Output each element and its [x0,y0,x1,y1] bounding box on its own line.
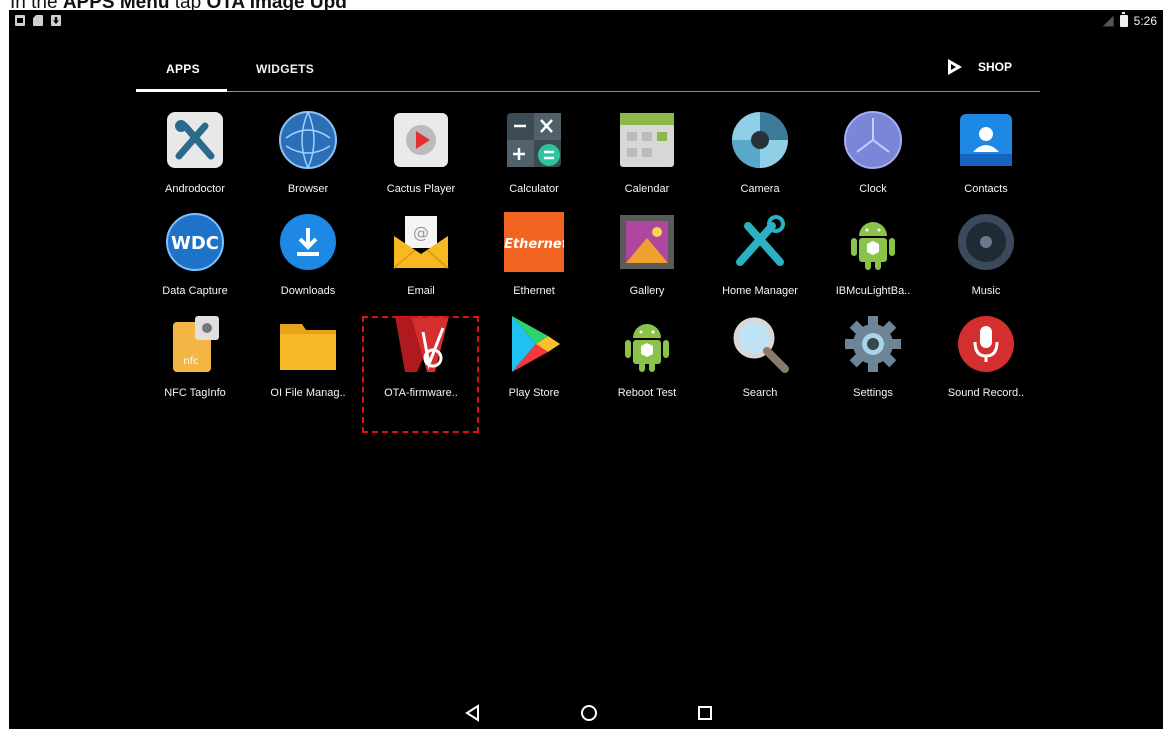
app-label: Camera [740,183,780,195]
cactus-player-icon [394,113,448,167]
picture-icon [15,15,25,26]
app-label: Calculator [509,183,559,195]
svg-text:WDC: WDC [171,233,219,254]
app-browser[interactable]: Browser [252,110,364,202]
sd-card-icon [33,15,43,26]
shop-label: SHOP [977,60,1012,74]
data-capture-icon: WDC [166,213,224,271]
app-label: Cactus Player [386,183,456,195]
clock-icon [844,111,902,169]
app-calculator[interactable]: Calculator [478,110,590,202]
app-label: Androdoctor [165,183,225,195]
app-label: Clock [859,183,887,195]
app-label: Email [407,285,435,297]
app-oi-file-manager[interactable]: OI File Manag.. [252,314,364,406]
app-label: Home Manager [722,285,798,297]
android-robot-icon [625,324,669,372]
app-label: Reboot Test [617,387,677,399]
browser-icon [279,111,337,169]
contacts-icon [960,114,1012,166]
nfc-taginfo-icon: nfc [173,316,219,372]
app-label: Ethernet [513,285,555,297]
navigation-bar [9,695,1163,729]
status-bar: 5:26 [9,10,1163,34]
app-label: Music [971,285,1001,297]
settings-icon [845,316,901,372]
app-settings[interactable]: Settings [817,314,929,406]
android-screen: 5:26 APPS WIDGETS SHOP Androdoctor Brows… [9,10,1163,729]
app-label: Browser [287,183,329,195]
clock-time: 5:26 [1133,14,1157,28]
svg-text:@: @ [413,223,429,242]
app-sound-recorder[interactable]: Sound Record.. [930,314,1042,406]
camera-icon [732,112,788,168]
app-label: IBMcuLightBa.. [835,285,911,297]
app-label: Play Store [508,387,560,399]
downloads-icon [280,214,336,270]
app-label: Sound Record.. [947,387,1025,399]
ethernet-icon: Ethernet [504,212,564,272]
app-label: Downloads [280,285,336,297]
gallery-icon [620,215,674,269]
app-label: Calendar [624,183,670,195]
back-icon[interactable] [461,701,485,725]
folder-icon [280,324,336,370]
svg-text:Ethernet: Ethernet [504,237,564,252]
app-music[interactable]: Music [930,212,1042,304]
android-robot-icon [851,222,895,270]
play-shop-icon [947,59,962,75]
shop-button[interactable]: SHOP [946,58,1012,76]
download-icon [51,15,61,26]
app-search[interactable]: Search [704,314,816,406]
app-label: Data Capture [162,285,228,297]
microphone-icon [958,316,1014,372]
home-manager-icon [736,215,785,266]
app-clock[interactable]: Clock [817,110,929,202]
tab-apps[interactable]: APPS [166,62,200,76]
app-camera[interactable]: Camera [704,110,816,202]
active-tab-indicator [136,89,227,92]
app-ibmculightba[interactable]: IBMcuLightBa.. [817,212,929,304]
search-icon [733,317,789,373]
play-store-icon [512,316,560,372]
app-contacts[interactable]: Contacts [930,110,1042,202]
androdoctor-icon [167,112,223,168]
app-email[interactable]: @ Email [365,212,477,304]
app-data-capture[interactable]: WDC Data Capture [139,212,251,304]
music-icon [958,214,1014,270]
highlight-box-ota-firmware [362,316,479,433]
calculator-icon [507,113,561,167]
app-label: Settings [853,387,893,399]
app-calendar[interactable]: Calendar [591,110,703,202]
app-androdoctor[interactable]: Androdoctor [139,110,251,202]
tab-divider [136,91,1040,92]
app-drawer-tabs: APPS WIDGETS SHOP [136,54,1040,96]
app-label: Search [742,387,778,399]
app-play-store[interactable]: Play Store [478,314,590,406]
calendar-icon [620,113,674,167]
tab-widgets[interactable]: WIDGETS [256,62,314,76]
app-downloads[interactable]: Downloads [252,212,364,304]
home-icon[interactable] [577,701,601,725]
app-label: Gallery [629,285,665,297]
app-label: OI File Manag.. [270,387,346,399]
svg-text:nfc: nfc [183,356,198,367]
signal-icon [1102,15,1114,27]
recents-icon[interactable] [693,701,717,725]
email-icon: @ [393,216,449,269]
app-reboot-test[interactable]: Reboot Test [591,314,703,406]
battery-icon [1119,12,1128,27]
app-label: Contacts [964,183,1008,195]
app-label: NFC TagInfo [164,387,226,399]
app-nfc-taginfo[interactable]: nfc NFC TagInfo [139,314,251,406]
app-gallery[interactable]: Gallery [591,212,703,304]
app-ethernet[interactable]: Ethernet Ethernet [478,212,590,304]
app-home-manager[interactable]: Home Manager [704,212,816,304]
app-cactus-player[interactable]: Cactus Player [365,110,477,202]
